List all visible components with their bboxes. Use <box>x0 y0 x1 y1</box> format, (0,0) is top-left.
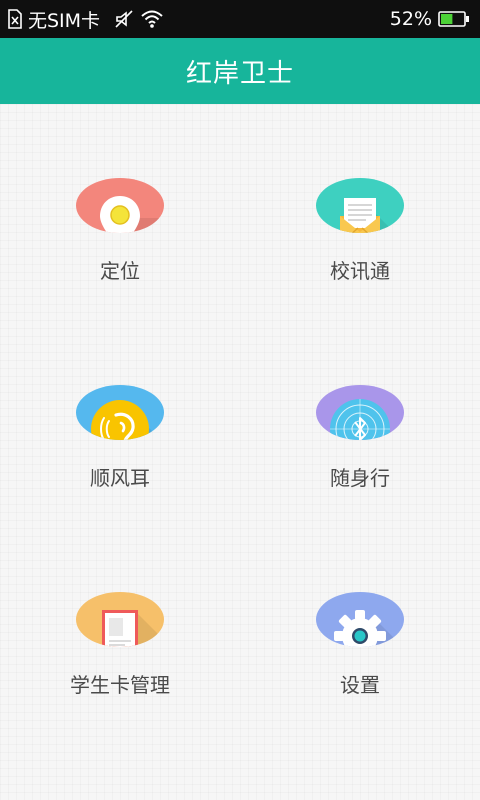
gear-icon <box>316 592 404 647</box>
menu-label: 随身行 <box>330 466 390 490</box>
ear-icon <box>76 385 164 440</box>
menu-label: 校讯通 <box>330 259 390 283</box>
battery-percent: 52% <box>389 8 432 30</box>
menu-item-location[interactable]: 定位 <box>0 104 240 284</box>
menu-grid: 定位 校讯通 顺风耳 随身行 学生卡管理 设置 <box>0 104 480 800</box>
envelope-icon <box>316 178 404 233</box>
menu-item-student-card[interactable]: 学生卡管理 <box>0 518 240 698</box>
sim-status-text: 无SIM卡 <box>28 9 101 32</box>
app-bar: 红岸卫士 <box>0 38 480 104</box>
menu-label: 顺风耳 <box>90 466 150 490</box>
wifi-icon <box>140 9 164 29</box>
menu-item-school-message[interactable]: 校讯通 <box>240 104 480 284</box>
menu-label: 设置 <box>340 673 380 697</box>
battery-icon <box>438 10 470 28</box>
student-card-icon <box>76 592 164 647</box>
menu-item-tracker[interactable]: 随身行 <box>240 311 480 491</box>
bluetooth-radar-icon <box>316 385 404 440</box>
menu-item-settings[interactable]: 设置 <box>240 518 480 698</box>
mute-icon <box>114 9 134 29</box>
menu-label: 定位 <box>100 259 140 283</box>
location-pin-icon <box>76 178 164 233</box>
menu-label: 学生卡管理 <box>70 673 170 697</box>
status-bar: 无SIM卡 52% <box>0 0 480 38</box>
menu-item-listen[interactable]: 顺风耳 <box>0 311 240 491</box>
page-title: 红岸卫士 <box>185 58 294 89</box>
sim-icon <box>6 9 22 29</box>
